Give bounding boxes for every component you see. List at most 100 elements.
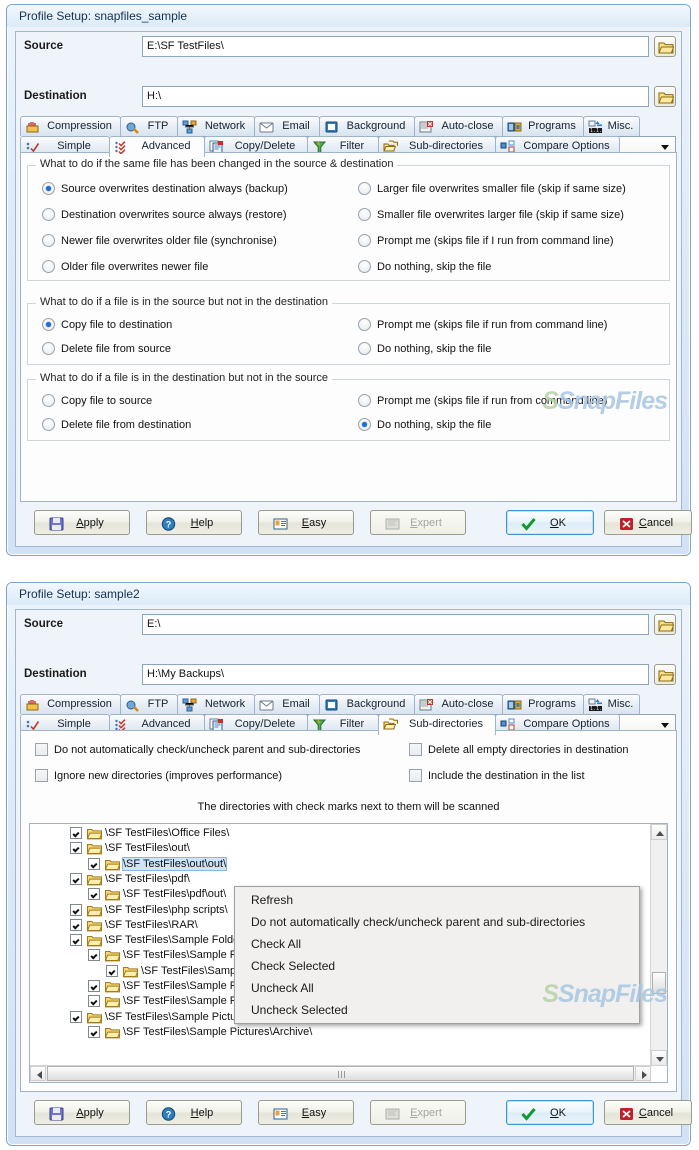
radio-delete-file-from-source[interactable]: Delete file from source [42, 342, 171, 356]
checkbox-label: Include the destination in the list [428, 770, 585, 782]
check-icon [521, 1108, 536, 1121]
radio-older-overwrites-newer[interactable]: Older file overwrites newer file [42, 260, 208, 274]
context-menu-item-uncheck-all[interactable]: Uncheck All [235, 977, 639, 999]
tab-label: Programs [528, 698, 576, 710]
radio-source-overwrites-destination[interactable]: Source overwrites destination always (ba… [42, 182, 288, 196]
source-input[interactable]: E:\ [142, 614, 649, 635]
tab-email[interactable]: Email [254, 116, 320, 136]
checkbox-ignore-new-dirs[interactable]: Ignore new directories (improves perform… [35, 769, 282, 783]
radio-prompt-me-source-only[interactable]: Prompt me (skips file if run from comman… [358, 318, 607, 332]
auto-close-icon [419, 121, 433, 133]
tab-sub-directories[interactable]: Sub-directories [378, 714, 496, 735]
tree-item-checkbox[interactable] [70, 872, 82, 885]
tree-item[interactable]: \SF TestFiles\Office Files\ [30, 826, 650, 841]
checkbox-no-auto-check[interactable]: Do not automatically check/uncheck paren… [35, 743, 360, 757]
radio-copy-file-to-source[interactable]: Copy file to source [42, 394, 152, 408]
tree-item-checkbox[interactable] [88, 888, 100, 901]
tree-item-checkbox[interactable] [70, 1010, 82, 1023]
tab-network[interactable]: Network [177, 694, 255, 714]
easy-button[interactable]: Easy [258, 1100, 354, 1125]
radio-destination-overwrites-source[interactable]: Destination overwrites source always (re… [42, 208, 287, 222]
radio-label: Prompt me (skips file if run from comman… [377, 395, 608, 407]
scroll-thumb-horizontal[interactable] [47, 1066, 634, 1081]
tab-misc[interactable]: 1.1.06 Misc. [583, 694, 640, 714]
tree-item[interactable]: \SF TestFiles\Sample Pictures\Archive\ [30, 1025, 650, 1040]
checkbox-include-destination[interactable]: Include the destination in the list [409, 769, 585, 783]
tab-background[interactable]: Background [319, 694, 415, 714]
tree-item-checkbox[interactable] [88, 995, 100, 1008]
radio-do-nothing-source-only[interactable]: Do nothing, skip the file [358, 342, 491, 356]
scroll-thumb-vertical[interactable] [652, 972, 666, 994]
destination-browse-button[interactable] [654, 86, 676, 107]
tree-item[interactable]: \SF TestFiles\out\ [30, 841, 650, 856]
source-browse-button[interactable] [654, 36, 676, 57]
apply-button[interactable]: Apply [34, 510, 130, 535]
radio-smaller-overwrites-larger[interactable]: Smaller file overwrites larger file (ski… [358, 208, 624, 222]
radio-prompt-me-destination-only[interactable]: Prompt me (skips file if run from comman… [358, 394, 607, 408]
tab-advanced[interactable]: Advanced [109, 136, 205, 157]
tree-item-checkbox[interactable] [88, 857, 100, 870]
tab-ftp[interactable]: FTP [120, 116, 178, 136]
help-button[interactable]: ? Help [146, 1100, 242, 1125]
radio-prompt-me-changed[interactable]: Prompt me (skips file if I run from comm… [358, 234, 614, 248]
radio-copy-file-to-destination[interactable]: Copy file to destination [42, 318, 172, 332]
tree-item[interactable]: \SF TestFiles\pdf\ [30, 872, 650, 887]
cancel-button[interactable]: Cancel [604, 1100, 692, 1125]
cancel-button[interactable]: Cancel [604, 510, 692, 535]
radio-newer-overwrites-older[interactable]: Newer file overwrites older file (synchr… [42, 234, 277, 248]
background-icon [324, 120, 339, 134]
checkbox-delete-empty-dirs[interactable]: Delete all empty directories in destinat… [409, 743, 629, 757]
tab-programs[interactable]: Programs [502, 694, 584, 714]
tree-vertical-scrollbar[interactable] [650, 824, 667, 1066]
tab-misc[interactable]: 1.1.06 Misc. [583, 116, 640, 136]
tree-item-checkbox[interactable] [70, 918, 82, 931]
tree-item-checkbox[interactable] [70, 842, 82, 855]
radio-do-nothing-destination-only[interactable]: Do nothing, skip the file [358, 418, 491, 432]
context-menu-item-check-all[interactable]: Check All [235, 933, 639, 955]
tree-item-checkbox[interactable] [88, 980, 100, 992]
scroll-left-button[interactable] [30, 1066, 46, 1081]
tree-item-checkbox[interactable] [70, 934, 82, 947]
tab-programs[interactable]: Programs [502, 116, 584, 136]
tab-auto-close[interactable]: Auto-close [414, 116, 503, 136]
source-input[interactable]: E:\SF TestFiles\ [142, 36, 649, 57]
radio-do-nothing-changed[interactable]: Do nothing, skip the file [358, 260, 491, 274]
tree-context-menu[interactable]: Refresh Do not automatically check/unchec… [234, 886, 640, 1024]
destination-input[interactable]: H:\My Backups\ [142, 664, 649, 685]
context-menu-item-refresh[interactable]: Refresh [235, 889, 639, 911]
ok-button[interactable]: OK [506, 510, 594, 535]
tab-email[interactable]: Email [254, 694, 320, 714]
scroll-up-button[interactable] [651, 824, 667, 840]
tab-network[interactable]: Network [177, 116, 255, 136]
apply-button[interactable]: Apply [34, 1100, 130, 1125]
tree-item[interactable]: \SF TestFiles\out\out\ [30, 856, 650, 872]
tree-item-checkbox[interactable] [70, 903, 82, 916]
easy-button[interactable]: Easy [258, 510, 354, 535]
context-menu-item-check-selected[interactable]: Check Selected [235, 955, 639, 977]
tab-background[interactable]: Background [319, 116, 415, 136]
help-button[interactable]: ? Help [146, 510, 242, 535]
tab-compression[interactable]: Compression [20, 694, 121, 714]
tab-label: Compression [47, 698, 112, 710]
radio-delete-file-from-destination[interactable]: Delete file from destination [42, 418, 191, 432]
tab-auto-close[interactable]: Auto-close [414, 694, 503, 714]
radio-indicator [358, 208, 371, 221]
context-menu-item-do-not-automatically-check-uncheck-paren[interactable]: Do not automatically check/uncheck paren… [235, 911, 639, 933]
source-browse-button[interactable] [654, 614, 676, 635]
scroll-down-button[interactable] [651, 1050, 667, 1066]
tree-item-checkbox[interactable] [88, 1025, 100, 1038]
directory-tree[interactable]: \SF TestFiles\Office Files\ \SF TestFiles… [29, 823, 668, 1083]
tree-horizontal-scrollbar[interactable] [30, 1065, 651, 1082]
tab-compression[interactable]: Compression [20, 116, 121, 136]
tab-ftp[interactable]: FTP [120, 694, 178, 714]
radio-label: Copy file to destination [61, 319, 173, 331]
scroll-right-button[interactable] [635, 1066, 651, 1081]
destination-input[interactable]: H:\ [142, 86, 649, 107]
ok-button[interactable]: OK [506, 1100, 594, 1125]
tree-item-checkbox[interactable] [88, 949, 100, 962]
radio-larger-overwrites-smaller[interactable]: Larger file overwrites smaller file (ski… [358, 182, 626, 196]
destination-browse-button[interactable] [654, 664, 676, 685]
tree-item-checkbox[interactable] [106, 964, 118, 977]
context-menu-item-uncheck-selected[interactable]: Uncheck Selected [235, 999, 639, 1021]
tree-item-checkbox[interactable] [70, 827, 82, 839]
